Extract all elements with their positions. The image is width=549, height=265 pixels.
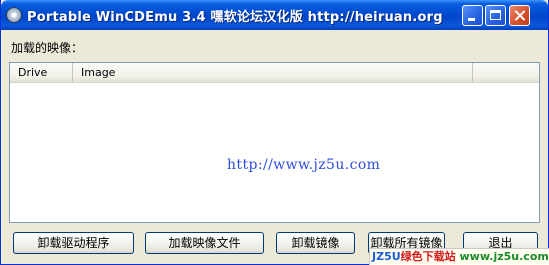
title-bar[interactable]: Portable WinCDEmu 3.4 嘿软论坛汉化版 http://hei… [1,0,548,30]
window-title: Portable WinCDEmu 3.4 嘿软论坛汉化版 http://hei… [27,10,443,25]
banner-url: www.jz5u.com [459,250,549,263]
mount-image-file-button[interactable]: 加载映像文件 [145,232,264,254]
banner-tagline: 绿色下载站 [400,250,456,263]
banner-brand: JZ5U [372,250,401,263]
minimize-button[interactable] [462,5,483,26]
cd-drive-icon [6,7,22,23]
list-header: Drive Image [10,63,539,83]
column-header-drive[interactable]: Drive [10,63,73,82]
maximize-button[interactable] [485,5,506,26]
watermark-url: http://www.jz5u.com [227,157,381,173]
column-header-extra[interactable] [473,63,539,82]
close-button[interactable] [509,5,530,26]
site-watermark-banner: JZ5U绿色下载站 www.jz5u.com [369,248,549,265]
mounted-images-list[interactable]: Drive Image [9,62,540,223]
column-header-image[interactable]: Image [73,63,473,82]
mounted-images-label: 加载的映像： [11,41,84,55]
wincdemu-window: Portable WinCDEmu 3.4 嘿软论坛汉化版 http://hei… [0,0,549,265]
unload-driver-button[interactable]: 卸载驱动程序 [13,232,134,254]
unmount-image-button[interactable]: 卸载镜像 [276,232,355,254]
